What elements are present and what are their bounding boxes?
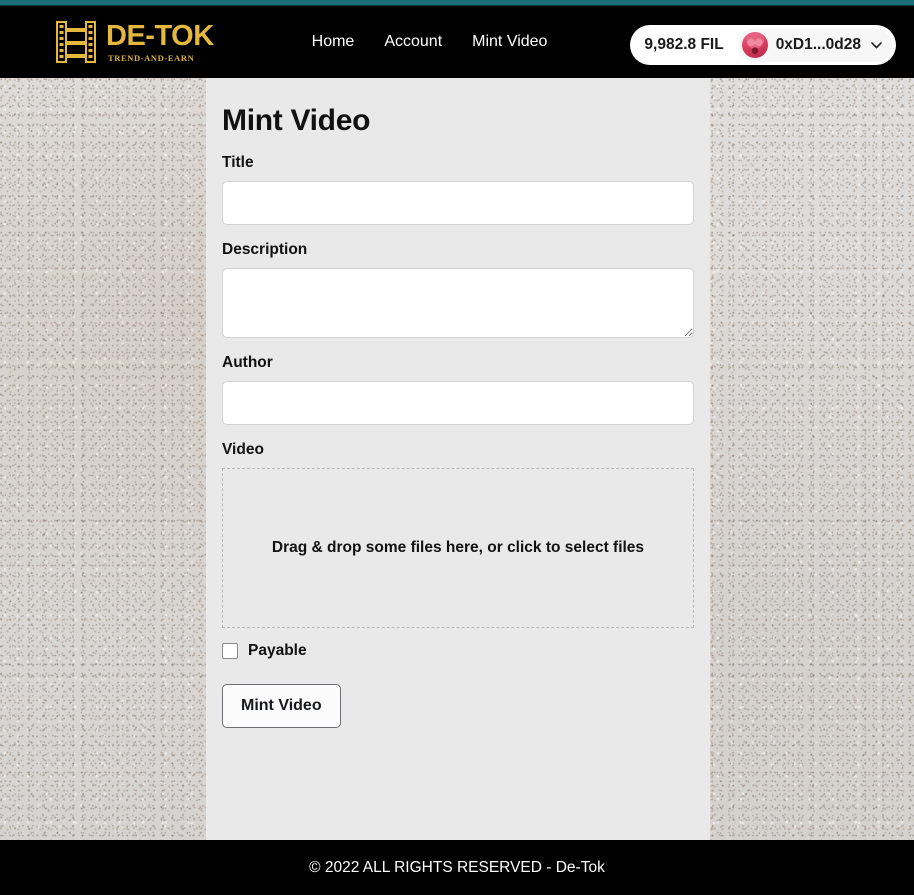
mint-video-submit-button[interactable]: Mint Video [222, 684, 341, 728]
brand-tagline: TREND-AND-EARN [108, 52, 195, 63]
label-video: Video [222, 441, 264, 458]
description-input[interactable] [222, 268, 694, 338]
nav-link-home[interactable]: Home [312, 33, 355, 51]
payable-checkbox[interactable] [222, 643, 238, 659]
brand-text-block: DE-TOK TREND-AND-EARN [106, 19, 214, 63]
payable-label[interactable]: Payable [248, 642, 307, 660]
dropzone-text: Drag & drop some files here, or click to… [271, 539, 645, 556]
film-strip-icon [56, 21, 96, 63]
nav-link-account[interactable]: Account [384, 33, 442, 51]
video-dropzone[interactable]: Drag & drop some files here, or click to… [222, 468, 694, 628]
footer: © 2022 ALL RIGHTS RESERVED - De-Tok [0, 840, 914, 895]
wallet-account-button[interactable]: 0xD1...0d28 [737, 28, 892, 62]
label-description: Description [222, 241, 308, 258]
brand-logo[interactable]: DE-TOK TREND-AND-EARN [56, 21, 214, 63]
page-background: Mint Video Title Description Author Vide… [0, 78, 914, 840]
wallet-avatar-icon [741, 32, 768, 58]
wallet-balance: 9,982.8 FIL [644, 36, 724, 53]
nav-link-mint-video[interactable]: Mint Video [472, 33, 547, 51]
navbar: DE-TOK TREND-AND-EARN Home Account Mint … [0, 6, 914, 78]
footer-copyright: © 2022 ALL RIGHTS RESERVED - De-Tok [309, 858, 605, 876]
author-input[interactable] [222, 381, 694, 425]
nav-links: Home Account Mint Video [312, 33, 548, 51]
wallet-address: 0xD1...0d28 [775, 36, 861, 53]
label-title: Title [222, 154, 254, 171]
mint-video-card: Mint Video Title Description Author Vide… [206, 78, 710, 840]
brand-name: DE-TOK [106, 19, 214, 52]
title-input[interactable] [222, 181, 694, 225]
chevron-down-icon [871, 41, 882, 48]
wallet-pill: 9,982.8 FIL 0xD1...0d28 [630, 25, 896, 65]
payable-row: Payable [222, 642, 694, 660]
label-author: Author [222, 354, 273, 371]
page-title: Mint Video [222, 104, 371, 137]
